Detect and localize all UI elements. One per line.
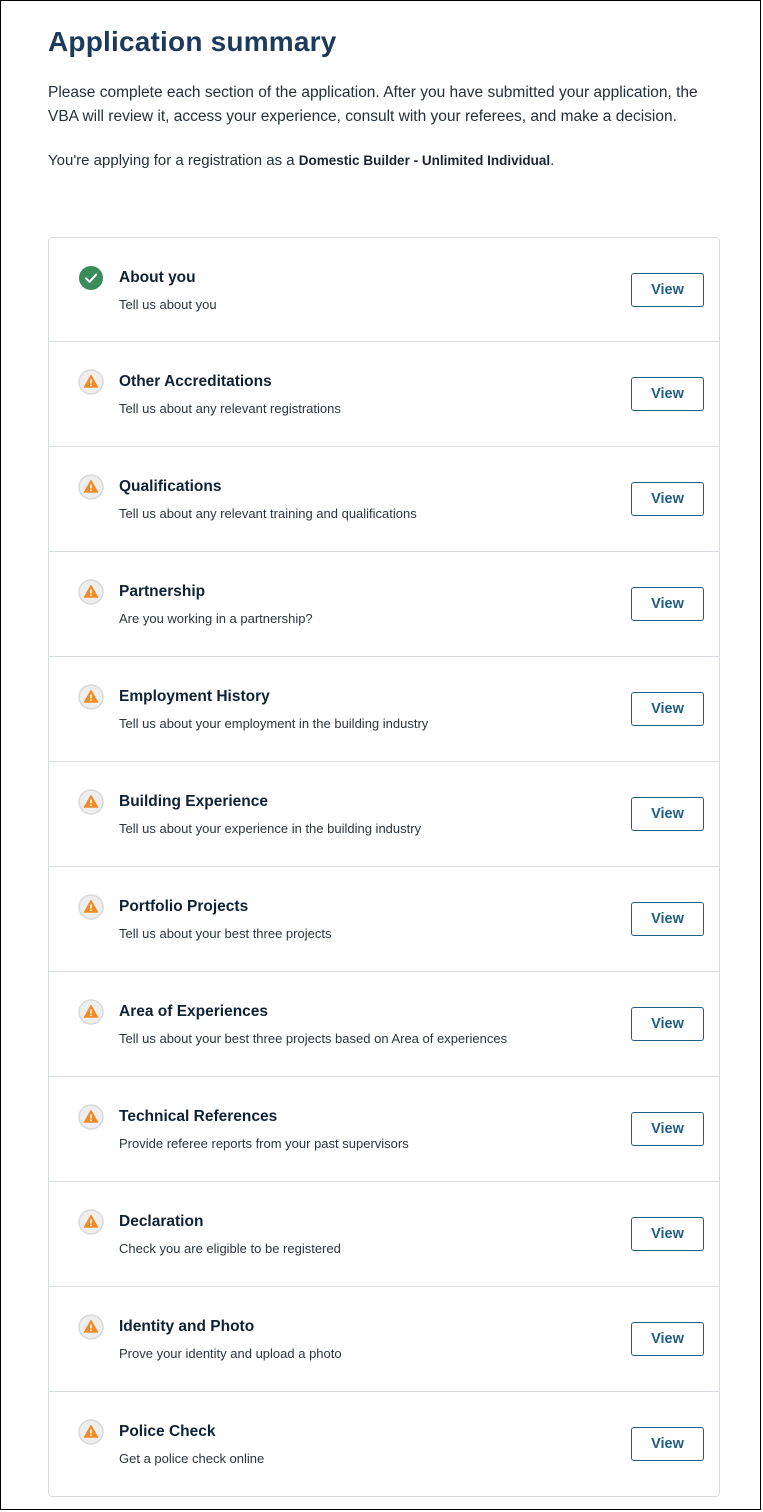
warning-icon [78,999,104,1025]
section-card: Building Experience Tell us about your e… [48,762,720,867]
section-description: Get a police check online [119,1451,265,1466]
section-title: Portfolio Projects [119,898,249,915]
view-button[interactable]: View [631,273,704,307]
section-card: About you Tell us about you View [48,237,720,342]
warning-icon [78,474,104,500]
section-card: Portfolio Projects Tell us about your be… [48,867,720,972]
section-title: Identity and Photo [119,1318,255,1335]
summary-header: Application summary Please complete each… [48,27,720,172]
warning-icon [78,1419,104,1445]
section-description: Check you are eligible to be registered [119,1241,341,1256]
section-description: Tell us about your best three projects b… [119,1031,508,1046]
section-card: Police Check Get a police check online V… [48,1392,720,1497]
section-title: About you [119,269,196,286]
page-title: Application summary [48,26,337,57]
section-card: Identity and Photo Prove your identity a… [48,1287,720,1392]
view-button[interactable]: View [631,1007,704,1041]
section-description: Tell us about any relevant training and … [119,506,417,521]
section-title: Other Accreditations [119,373,272,390]
warning-icon [78,1314,104,1340]
section-title: Technical References [119,1108,278,1125]
view-button[interactable]: View [631,1427,704,1461]
check-circle-icon [78,265,104,291]
section-description: Tell us about your experience in the bui… [119,821,422,836]
section-card: Declaration Check you are eligible to be… [48,1182,720,1287]
intro-text: Please complete each section of the appl… [48,84,698,125]
section-description: Are you working in a partnership? [119,611,313,626]
section-description: Tell us about your best three projects [119,926,332,941]
registration-type: Domestic Builder - Unlimited Individual [298,153,551,168]
section-description: Tell us about your employment in the bui… [119,716,429,731]
applying-prefix: You're applying for a registration as a [48,152,299,169]
section-card: Other Accreditations Tell us about any r… [48,342,720,447]
warning-icon [78,579,104,605]
view-button[interactable]: View [631,902,704,936]
section-title: Police Check [119,1423,216,1440]
warning-icon [78,1209,104,1235]
warning-icon [78,789,104,815]
warning-icon [78,684,104,710]
applying-text: You're applying for a registration as a … [48,150,720,172]
section-title: Qualifications [119,478,222,495]
view-button[interactable]: View [631,377,704,411]
view-button[interactable]: View [631,797,704,831]
section-title: Area of Experiences [119,1003,269,1020]
section-title: Employment History [119,688,270,705]
page-frame: Application summary Please complete each… [0,0,761,1510]
section-card: Qualifications Tell us about any relevan… [48,447,720,552]
section-card: Area of Experiences Tell us about your b… [48,972,720,1077]
section-list: About you Tell us about you View Other A… [48,237,720,1497]
section-description: Tell us about you [119,297,217,312]
section-title: Declaration [119,1213,204,1230]
warning-icon [78,894,104,920]
section-description: Provide referee reports from your past s… [119,1136,409,1151]
section-card: Partnership Are you working in a partner… [48,552,720,657]
view-button[interactable]: View [631,587,704,621]
view-button[interactable]: View [631,692,704,726]
applying-suffix: . [550,152,555,169]
warning-icon [78,1104,104,1130]
warning-icon [78,369,104,395]
section-description: Prove your identity and upload a photo [119,1346,342,1361]
section-title: Partnership [119,583,206,600]
section-title: Building Experience [119,793,269,810]
view-button[interactable]: View [631,1322,704,1356]
view-button[interactable]: View [631,482,704,516]
section-card: Employment History Tell us about your em… [48,657,720,762]
view-button[interactable]: View [631,1217,704,1251]
section-description: Tell us about any relevant registrations [119,401,341,416]
section-card: Technical References Provide referee rep… [48,1077,720,1182]
view-button[interactable]: View [631,1112,704,1146]
